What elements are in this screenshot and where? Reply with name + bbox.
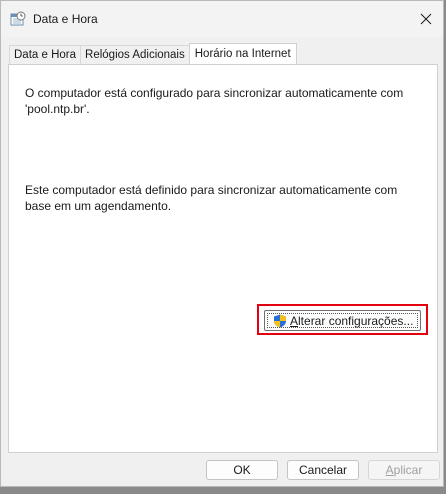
tab-strip: Data e Hora Relógios Adicionais Horário …: [9, 43, 297, 64]
window-title: Data e Hora: [33, 12, 98, 26]
tab-date-time[interactable]: Data e Hora: [9, 45, 82, 64]
date-time-dialog: Data e Hora Data e Hora Relógios Adicion…: [0, 0, 444, 487]
cancel-button[interactable]: Cancelar: [287, 460, 359, 480]
close-icon: [420, 13, 432, 25]
tab-internet-time[interactable]: Horário na Internet: [188, 43, 297, 64]
clock-calendar-icon: [10, 11, 26, 27]
close-button[interactable]: [409, 1, 443, 37]
tab-additional-clocks[interactable]: Relógios Adicionais: [80, 45, 190, 64]
schedule-text: Este computador está definido para sincr…: [25, 183, 398, 213]
change-settings-label: Alterar configurações...: [290, 313, 414, 328]
ok-button[interactable]: OK: [206, 460, 278, 480]
uac-shield-icon: [274, 314, 286, 327]
internet-time-panel: O computador está configurado para sincr…: [8, 64, 438, 453]
sync-status-text: O computador está configurado para sincr…: [25, 86, 404, 116]
title-bar[interactable]: Data e Hora: [1, 1, 443, 37]
apply-button[interactable]: Aplicar: [368, 460, 440, 480]
change-settings-button[interactable]: Alterar configurações...: [264, 310, 421, 331]
